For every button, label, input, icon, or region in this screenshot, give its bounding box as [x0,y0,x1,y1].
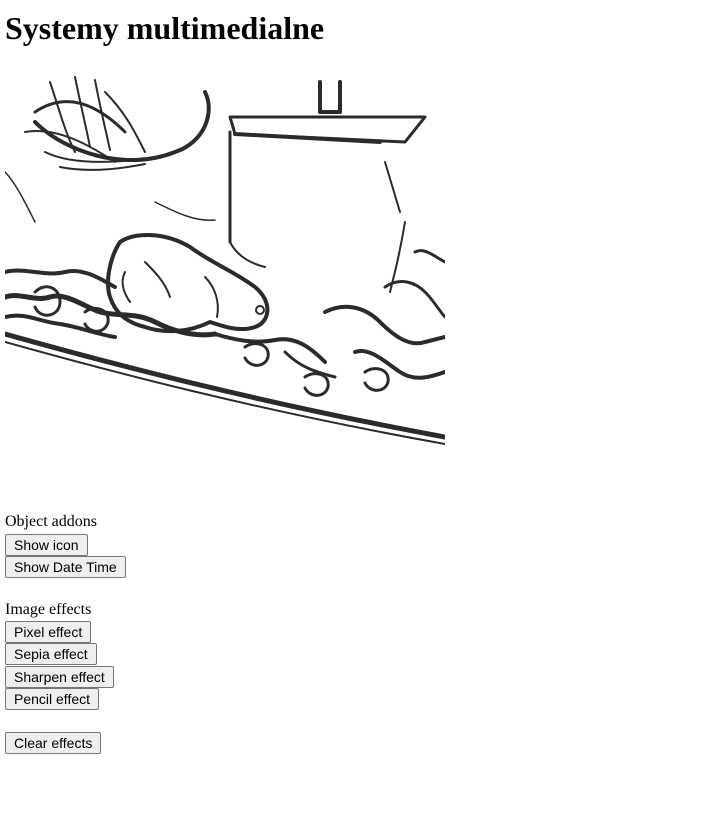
show-date-time-button[interactable]: Show Date Time [5,556,126,578]
pencil-sketch-image [5,76,445,445]
image-effects-label: Image effects [5,601,92,618]
sepia-effect-button[interactable]: Sepia effect [5,643,97,665]
pencil-effect-button[interactable]: Pencil effect [5,688,100,710]
show-icon-button[interactable]: Show icon [5,534,88,556]
pixel-effect-button[interactable]: Pixel effect [5,621,92,643]
page-title: Systemy multimedialne [5,10,325,46]
clear-effects-button[interactable]: Clear effects [5,732,102,754]
object-addons-label: Object addons [5,513,97,530]
sharpen-effect-button[interactable]: Sharpen effect [5,666,114,688]
image-canvas[interactable] [5,72,445,512]
